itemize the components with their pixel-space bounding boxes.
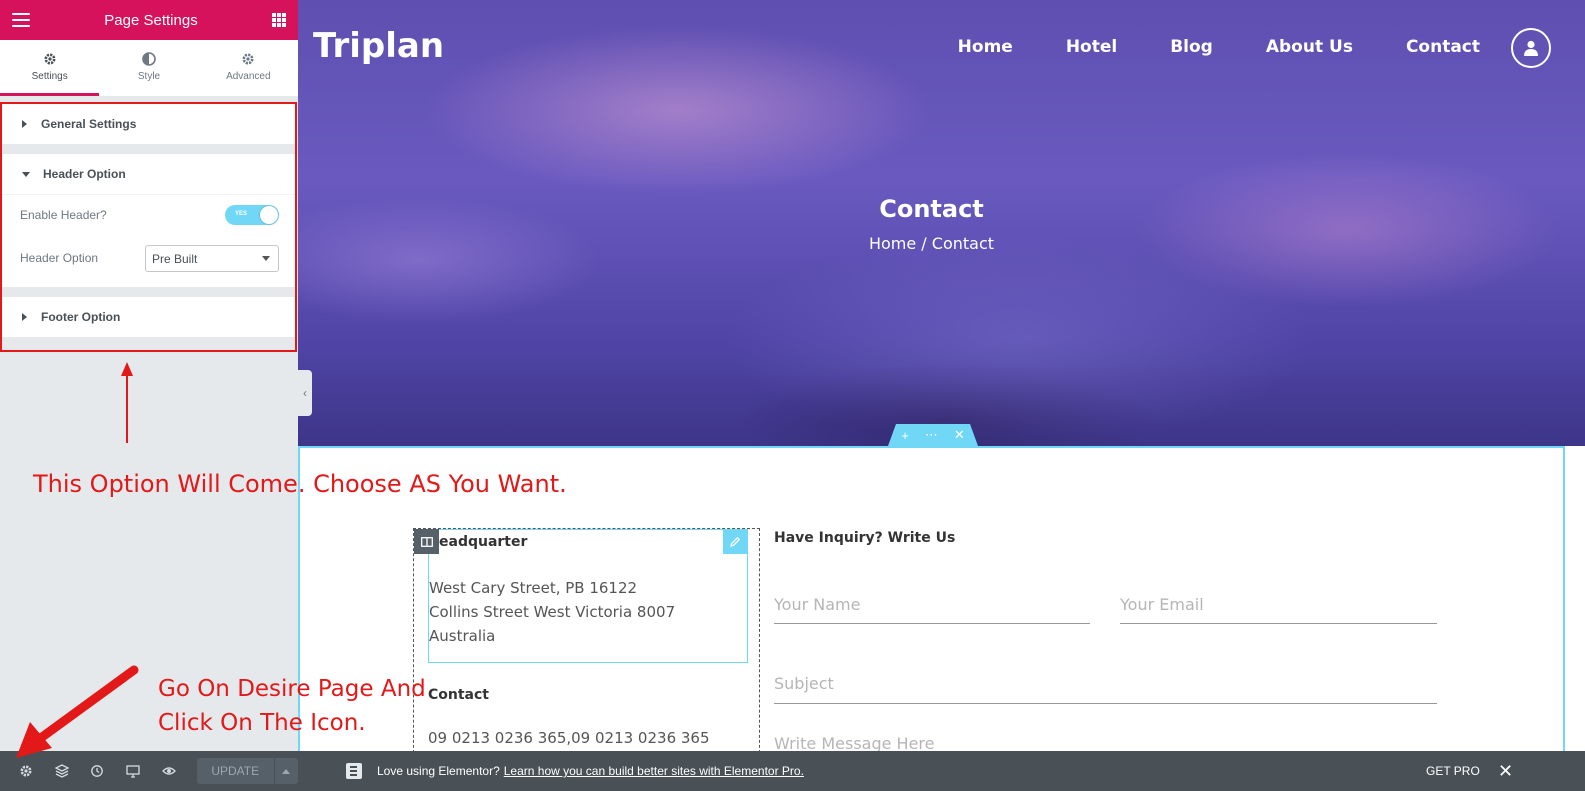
toggle-yes-text: YES xyxy=(235,211,248,217)
breadcrumb: Home / Contact xyxy=(868,234,995,253)
caret-down-icon xyxy=(22,171,30,177)
header-option-row: Header Option Pre Built xyxy=(20,235,279,287)
caret-up-icon xyxy=(282,768,291,774)
menu-icon[interactable] xyxy=(12,13,30,27)
header-option-select[interactable]: Pre Built xyxy=(145,245,279,272)
user-account-button[interactable] xyxy=(1511,28,1551,68)
panel-title: Page Settings xyxy=(104,11,198,29)
gear-icon xyxy=(242,53,254,64)
contact-phones: 09 0213 0236 365,09 0213 0236 365 xyxy=(428,729,710,747)
nav-item-hotel[interactable]: Hotel xyxy=(1066,37,1117,57)
history-icon xyxy=(91,765,104,777)
site-logo[interactable]: Triplan xyxy=(313,26,444,66)
tab-style[interactable]: Style xyxy=(99,40,198,96)
headquarter-address: West Cary Street, PB 16122 Collins Stree… xyxy=(429,576,675,648)
page-title: Contact xyxy=(879,195,984,223)
half-circle-icon xyxy=(142,51,156,66)
user-icon xyxy=(1524,40,1538,56)
notice-text: Love using Elementor? xyxy=(377,764,500,778)
page-preview: Triplan Home Hotel Blog About Us Contact… xyxy=(298,0,1585,791)
gear-icon xyxy=(44,53,56,64)
edit-widget-button[interactable] xyxy=(723,530,747,554)
header-option-label: Header Option xyxy=(20,251,99,265)
preview-button[interactable] xyxy=(151,751,187,791)
contact-title: Contact xyxy=(428,687,489,703)
tab-settings-label: Settings xyxy=(31,70,68,82)
section-footer-label: Footer Option xyxy=(41,310,121,324)
nav-item-home[interactable]: Home xyxy=(958,37,1013,57)
eye-icon xyxy=(161,767,176,775)
section-footer-option[interactable]: Footer Option xyxy=(2,297,295,337)
address-line: Collins Street West Victoria 8007 xyxy=(429,603,676,621)
caret-right-icon xyxy=(22,313,27,321)
add-section-icon[interactable]: + xyxy=(901,428,909,443)
header-controls: Enable Header? YES Header Option Pre Bui… xyxy=(2,194,295,287)
enable-header-toggle[interactable]: YES xyxy=(225,205,279,225)
nav-item-about-us[interactable]: About Us xyxy=(1266,37,1353,57)
chevron-left-icon: ‹ xyxy=(303,386,307,400)
annotation-line: Click On The Icon. xyxy=(158,710,366,736)
panel-tabs: Settings Style Advanced xyxy=(0,40,298,96)
section-general-settings[interactable]: General Settings xyxy=(2,104,295,144)
pencil-icon xyxy=(730,536,741,547)
address-line: West Cary Street, PB 16122 xyxy=(429,579,638,597)
get-pro-link[interactable]: GET PRO xyxy=(1426,764,1480,778)
section-edit-handle: + ⋯ ✕ xyxy=(888,424,978,446)
tab-style-label: Style xyxy=(137,70,161,82)
layers-icon xyxy=(54,764,69,778)
elementor-pro-notice-bar: Love using Elementor? Learn how you can … xyxy=(298,751,1585,791)
section-header-option[interactable]: Header Option xyxy=(2,154,295,194)
headquarter-widget[interactable]: eadquarter West Cary Street, PB 16122 Co… xyxy=(428,529,748,663)
email-input[interactable] xyxy=(1120,586,1437,624)
column-icon xyxy=(420,536,433,547)
settings-gear-button[interactable] xyxy=(8,751,44,791)
column-handle[interactable] xyxy=(414,529,439,554)
navigator-button[interactable] xyxy=(44,751,80,791)
name-input[interactable] xyxy=(774,586,1090,624)
drag-handle-icon[interactable]: ⋯ xyxy=(925,427,938,443)
history-button[interactable] xyxy=(79,751,115,791)
gear-icon xyxy=(20,765,32,777)
tab-advanced[interactable]: Advanced xyxy=(199,40,298,96)
subject-input[interactable] xyxy=(774,664,1437,704)
desktop-icon xyxy=(126,765,140,778)
hero-section: Triplan Home Hotel Blog About Us Contact… xyxy=(298,0,1585,446)
responsive-mode-button[interactable] xyxy=(115,751,151,791)
headquarter-title: eadquarter xyxy=(439,534,528,550)
section-header-label: Header Option xyxy=(43,167,126,181)
panel-header: Page Settings xyxy=(0,0,298,40)
nav-item-contact[interactable]: Contact xyxy=(1406,37,1480,57)
enable-header-row: Enable Header? YES xyxy=(20,195,279,235)
caret-right-icon xyxy=(22,120,27,128)
tab-settings[interactable]: Settings xyxy=(0,40,100,96)
form-title: Have Inquiry? Write Us xyxy=(774,530,956,546)
settings-sections-highlight: General Settings Header Option Enable He… xyxy=(0,102,297,352)
notice-learn-link[interactable]: Learn how you can build better sites wit… xyxy=(504,764,804,778)
nav-item-blog[interactable]: Blog xyxy=(1170,37,1213,57)
annotation-option-note: This Option Will Come. Choose AS You Wan… xyxy=(33,470,567,498)
main-nav: Home Hotel Blog About Us Contact xyxy=(905,37,1480,57)
update-options-button[interactable] xyxy=(274,758,298,784)
widgets-grid-icon[interactable] xyxy=(272,13,286,27)
annotation-icon-note: Go On Desire Page And Click On The Icon. xyxy=(158,672,426,740)
chevron-down-icon xyxy=(262,256,270,261)
address-line: Australia xyxy=(429,627,496,645)
header-option-value: Pre Built xyxy=(152,251,198,266)
section-general-label: General Settings xyxy=(41,117,137,131)
annotation-line: Go On Desire Page And xyxy=(158,676,426,702)
update-button[interactable]: UPDATE xyxy=(196,758,274,784)
close-icon[interactable]: ✕ xyxy=(954,427,965,443)
enable-header-label: Enable Header? xyxy=(20,208,107,222)
elementor-logo-icon xyxy=(346,763,362,779)
tab-advanced-label: Advanced xyxy=(226,70,271,82)
close-notice-icon[interactable]: ✕ xyxy=(1498,761,1513,782)
toggle-knob xyxy=(260,206,278,224)
info-column: eadquarter West Cary Street, PB 16122 Co… xyxy=(413,528,760,758)
panel-footer-toolbar: UPDATE xyxy=(0,751,298,791)
collapse-panel-button[interactable]: ‹ xyxy=(298,370,312,416)
